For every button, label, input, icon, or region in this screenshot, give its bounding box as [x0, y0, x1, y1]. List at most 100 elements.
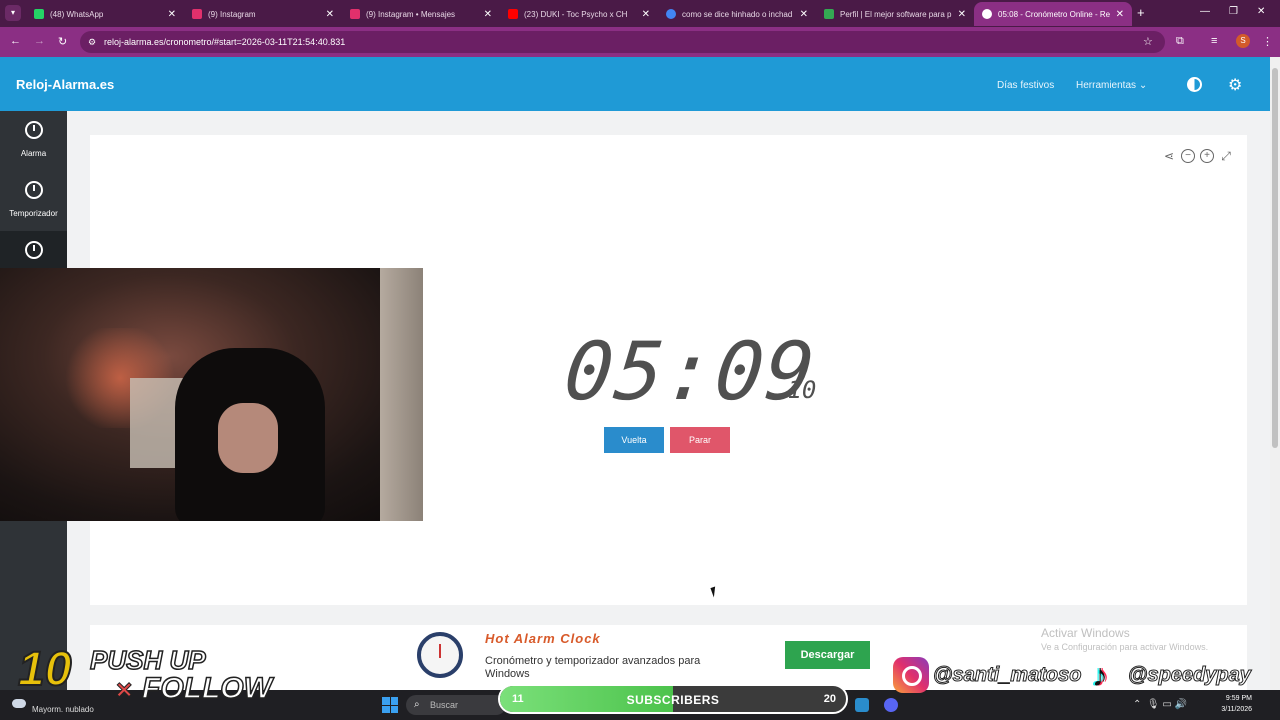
search-placeholder: Buscar [430, 700, 459, 710]
browser-toolbar: ← → ↻ ⚙ reloj-alarma.es/cronometro/#start… [0, 27, 1280, 57]
instagram-handle-overlay: @santi_matoso [893, 657, 1082, 693]
sidebar-item-alarma[interactable]: Alarma [0, 111, 67, 171]
site-header: Reloj-Alarma.es Días festivos Herramient… [0, 57, 1270, 111]
tab-title: Perfil | El mejor software para p [840, 9, 952, 19]
extensions-icon[interactable]: ⧉ [1176, 35, 1184, 48]
tab-cronometro[interactable]: 05:08 - Cronómetro Online - Re ✕ [974, 2, 1132, 26]
streamer-face [218, 403, 278, 473]
restore-icon[interactable]: ❐ [1229, 6, 1238, 17]
pushup-x: × [115, 674, 133, 706]
new-tab-button[interactable]: + [1137, 5, 1145, 20]
instagram-handle: @santi_matoso [932, 663, 1082, 686]
tab-instagram[interactable]: (9) Instagram ✕ [184, 2, 342, 26]
stopwatch-favicon-icon [982, 9, 992, 19]
close-icon[interactable]: ✕ [958, 9, 966, 20]
stop-button[interactable]: Parar [670, 427, 730, 453]
youtube-icon [508, 9, 518, 19]
taskbar-clock[interactable]: 9:59 PM 3/11/2026 [1208, 693, 1252, 715]
activate-windows-watermark: Activar Windows Ve a Configuración para … [1041, 626, 1208, 652]
timer-icon [24, 181, 43, 199]
menu-icon[interactable]: ⋮ [1262, 35, 1273, 48]
close-window-icon[interactable]: ✕ [1257, 6, 1265, 17]
gear-icon[interactable]: ⚙ [1228, 75, 1242, 95]
tab-title: (9) Instagram • Mensajes [366, 9, 456, 19]
scrollbar-thumb[interactable] [1272, 68, 1278, 448]
zoom-in-icon[interactable]: + [1200, 149, 1214, 163]
pushup-overlay: 10 PUSH UP × FOLLOW [10, 642, 325, 717]
nav-dias-festivos[interactable]: Días festivos [997, 80, 1054, 91]
close-icon[interactable]: ✕ [484, 9, 492, 20]
card-toolbar: ⋖ − + ⤢ [1162, 149, 1233, 163]
minimize-icon[interactable]: — [1200, 6, 1210, 17]
ad-title: Hot Alarm Clock [485, 631, 601, 646]
instagram-logo-icon [893, 657, 929, 693]
tab-title: 05:08 - Cronómetro Online - Re [998, 9, 1110, 19]
screen: ▾ (48) WhatsApp ✕ (9) Instagram ✕ (9) Inst… [0, 0, 1280, 720]
nav-herramientas[interactable]: Herramientas ⌄ [1076, 80, 1147, 91]
sidebar-item-temporizador[interactable]: Temporizador [0, 171, 67, 231]
subscriber-goal-bar: 11 SUBSCRIBERS 20 [498, 684, 848, 714]
watermark-title: Activar Windows [1041, 626, 1130, 640]
app-icon[interactable] [855, 698, 869, 712]
subscriber-label: SUBSCRIBERS [626, 693, 720, 707]
media-icon[interactable]: ≡ [1211, 35, 1217, 47]
sidebar-item-label: Alarma [20, 149, 47, 158]
bookmark-star-icon[interactable]: ☆ [1143, 35, 1153, 48]
lap-button[interactable]: Vuelta [604, 427, 664, 453]
clock-time: 9:59 PM [1225, 695, 1252, 702]
tab-youtube[interactable]: (23) DUKI - Toc Psycho x CH ✕ [500, 2, 658, 26]
subscriber-goal: 20 [823, 693, 836, 705]
close-icon[interactable]: ✕ [168, 9, 176, 20]
back-icon[interactable]: ← [10, 35, 21, 47]
close-icon[interactable]: ✕ [1116, 9, 1124, 20]
watermark-subtitle: Ve a Configuración para activar Windows. [1041, 642, 1209, 652]
url-text: reloj-alarma.es/cronometro/#start=2026-0… [104, 37, 346, 47]
close-icon[interactable]: ✕ [800, 9, 808, 20]
google-icon [666, 9, 676, 19]
share-icon[interactable]: ⋖ [1162, 149, 1176, 163]
site-info-icon[interactable]: ⚙ [88, 31, 96, 53]
address-bar[interactable]: ⚙ reloj-alarma.es/cronometro/#start=2026-… [80, 31, 1165, 53]
discord-icon[interactable] [884, 698, 898, 712]
tab-perfil[interactable]: Perfil | El mejor software para p ✕ [816, 2, 974, 26]
fullscreen-icon[interactable]: ⤢ [1219, 149, 1233, 163]
tab-whatsapp[interactable]: (48) WhatsApp ✕ [26, 2, 184, 26]
tiktok-handle-overlay: ♪ @speedypay [1092, 657, 1251, 693]
search-icon: ⌕ [414, 699, 420, 710]
tab-search-button[interactable]: ▾ [5, 5, 21, 21]
sidebar-item-label: Temporizador [9, 209, 58, 218]
clock-date: 3/11/2026 [1221, 706, 1252, 713]
zoom-out-icon[interactable]: − [1181, 149, 1195, 163]
tab-title: (9) Instagram [208, 9, 256, 19]
instagram-icon [192, 9, 202, 19]
stopwatch-ms-value: 10 [787, 376, 817, 404]
close-icon[interactable]: ✕ [326, 9, 334, 20]
windows-start-icon[interactable] [382, 697, 398, 713]
stopwatch-icon [24, 241, 43, 259]
system-tray[interactable]: ⌃ 🎙 ▭ 🔊 [1133, 699, 1187, 710]
profile-avatar[interactable]: S [1236, 34, 1250, 48]
tab-instagram-messages[interactable]: (9) Instagram • Mensajes ✕ [342, 2, 500, 26]
reload-icon[interactable]: ↻ [58, 35, 67, 48]
alarm-clock-logo-icon [417, 632, 463, 678]
stopwatch-time: 05:09 [560, 325, 821, 418]
whatsapp-icon [34, 9, 44, 19]
follow-label: FOLLOW [141, 671, 272, 706]
tab-google[interactable]: como se dice hinhado o inchad ✕ [658, 2, 816, 26]
chevron-down-icon: ⌄ [1138, 80, 1148, 91]
site-logo[interactable]: Reloj-Alarma.es [16, 77, 114, 92]
tab-title: como se dice hinhado o inchad [682, 9, 793, 19]
forward-icon[interactable]: → [34, 35, 45, 47]
site-icon [824, 9, 834, 19]
taskbar-search[interactable]: ⌕ Buscar [406, 695, 506, 715]
download-button[interactable]: Descargar [785, 641, 870, 669]
browser-tab-bar: ▾ (48) WhatsApp ✕ (9) Instagram ✕ (9) Inst… [0, 0, 1280, 27]
alarm-clock-icon [24, 121, 43, 139]
pushup-number: 10 [17, 642, 72, 697]
nav-herramientas-label: Herramientas [1076, 80, 1137, 91]
theme-toggle-icon[interactable] [1187, 77, 1202, 92]
door [380, 268, 423, 521]
tiktok-handle: @speedypay [1128, 663, 1252, 686]
stopwatch-milliseconds: .10 [773, 376, 817, 404]
close-icon[interactable]: ✕ [642, 9, 650, 20]
